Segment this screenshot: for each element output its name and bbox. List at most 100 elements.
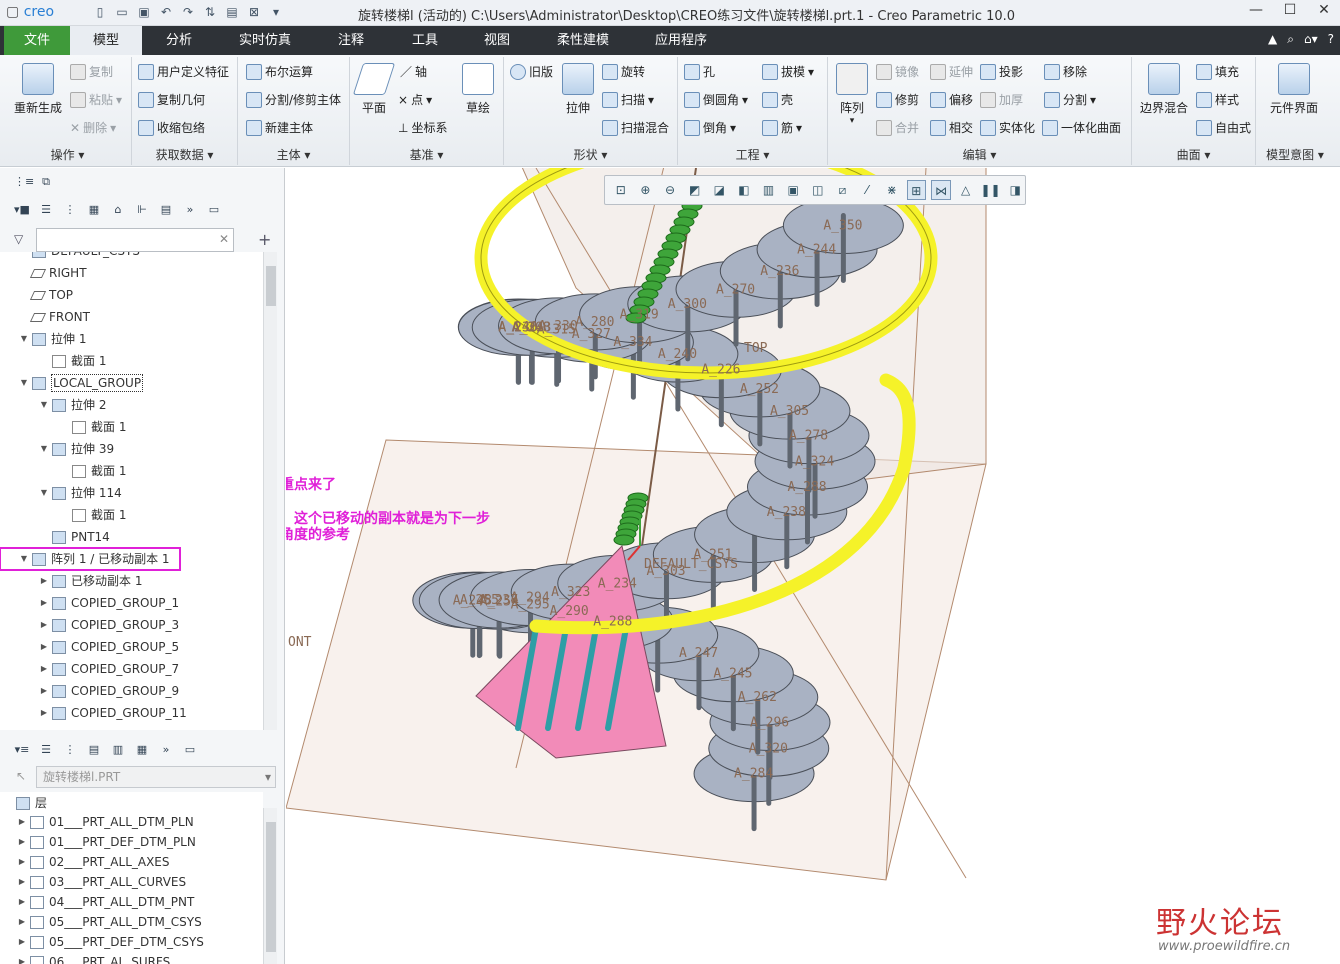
datum-group-label[interactable]: 基准 ▾ (350, 146, 503, 163)
tree-item[interactable]: 截面 1 (0, 504, 126, 526)
minimize-icon[interactable]: — (1244, 2, 1268, 18)
draft-button[interactable]: 拔模 ▾ (762, 63, 814, 80)
layer-item[interactable]: ▶ 02___PRT_ALL_AXES (0, 852, 170, 872)
tree-item[interactable]: ▼ 拉伸 39 (0, 438, 114, 460)
layer-isolate-icon[interactable]: ▦ (134, 742, 150, 758)
layer-menu-icon[interactable]: ▾≡ (14, 742, 30, 758)
layer-hide-icon[interactable]: ▥ (110, 742, 126, 758)
tree-settings-icon[interactable]: ▦ (86, 202, 102, 218)
section-icon[interactable]: ◪ (710, 180, 730, 200)
tree-filter-icon[interactable]: ⋮ (62, 202, 78, 218)
shape-group-label[interactable]: 形状 ▾ (504, 146, 677, 163)
getdata-group-label[interactable]: 获取数据 ▾ (132, 146, 237, 163)
collapse-icon[interactable]: ▼ (18, 548, 30, 570)
swept-blend-button[interactable]: 扫描混合 (602, 119, 669, 136)
save-icon[interactable]: ▣ (136, 4, 152, 20)
open-file-icon[interactable]: ▭ (114, 4, 130, 20)
fill-button[interactable]: 填充 (1196, 63, 1239, 80)
more-dropdown-icon[interactable]: ▾ (268, 4, 284, 20)
regenerate-icon[interactable]: ⇅ (202, 4, 218, 20)
new-file-icon[interactable]: ▯ (92, 4, 108, 20)
intersect-button[interactable]: 相交 (930, 119, 973, 136)
merge-button[interactable]: 合并 (876, 119, 919, 136)
extrude-button[interactable]: 拉伸 (558, 63, 598, 116)
layer-filter-icon[interactable]: ⋮ (62, 742, 78, 758)
saved-views-icon[interactable]: ▥ (759, 180, 779, 200)
graphics-window[interactable]: A_350 A_330 A_334 A_288 A_294 A_290 A_320 A_319… (286, 168, 1340, 964)
expand-icon[interactable]: ▶ (38, 702, 50, 724)
learning-icon[interactable]: ⌂▾ (1304, 32, 1318, 47)
tree-item[interactable]: ▶ COPIED_GROUP_9 (0, 680, 179, 702)
shell-button[interactable]: 壳 (762, 91, 793, 108)
component-interface-button[interactable]: 元件界面 (1262, 63, 1326, 116)
delete-button[interactable]: ✕ 删除 ▾ (70, 119, 116, 136)
copy-button[interactable]: 复制 (70, 63, 113, 80)
sketch-button[interactable]: 草绘 (458, 63, 498, 116)
style-button[interactable]: 样式 (1196, 91, 1239, 108)
csys-display-icon[interactable]: ⊞ (906, 180, 927, 200)
edit-group-label[interactable]: 编辑 ▾ (828, 146, 1131, 163)
body-group-label[interactable]: 主体 ▾ (238, 146, 349, 163)
perspective-icon[interactable]: ◫ (808, 180, 828, 200)
collapse-icon[interactable]: ▼ (38, 438, 50, 460)
tree-item[interactable]: DEFAULT_CSYS (0, 252, 140, 262)
collapse-ribbon-icon[interactable]: ▲ (1268, 32, 1277, 47)
boolean-button[interactable]: 布尔运算 (246, 63, 313, 80)
more-icon[interactable]: » (182, 202, 198, 218)
expand-icon[interactable]: ▶ (38, 570, 50, 592)
window-icon[interactable]: ▤ (224, 4, 240, 20)
clear-search-icon[interactable]: ✕ (219, 232, 229, 246)
ops-group-label[interactable]: 操作 ▾ (4, 146, 131, 163)
collapse-icon[interactable]: ▼ (18, 328, 30, 350)
expand-icon[interactable]: ▶ (16, 911, 28, 933)
expand-icon[interactable]: ▶ (16, 931, 28, 953)
collapse-icon[interactable]: ▼ (18, 372, 30, 394)
solidify-button[interactable]: 实体化 (980, 119, 1035, 136)
collapse-icon[interactable]: ▼ (38, 482, 50, 504)
tab-analysis[interactable]: 分析 (146, 26, 212, 55)
close-window-icon[interactable]: ⊠ (246, 4, 262, 20)
model-tree-menu-icon[interactable]: ▾■ (14, 202, 30, 218)
engineering-group-label[interactable]: 工程 ▾ (678, 146, 827, 163)
layer-item[interactable]: ▶ 01___PRT_DEF_DTM_PLN (0, 832, 196, 852)
layer-props-icon[interactable]: ▭ (182, 742, 198, 758)
surface-group-label[interactable]: 曲面 ▾ (1132, 146, 1255, 163)
tree-item[interactable]: 截面 1 (0, 350, 106, 372)
hole-button[interactable]: 孔 (684, 63, 715, 80)
tree-item[interactable]: 截面 1 (0, 460, 126, 482)
tree-item[interactable]: FRONT (0, 306, 90, 328)
tab-file[interactable]: 文件 (4, 26, 70, 55)
tree-item[interactable]: PNT14 (0, 526, 110, 548)
add-column-icon[interactable]: + (258, 230, 271, 249)
bookmark-icon[interactable]: ⌂ (110, 202, 126, 218)
tree-item[interactable]: ▶ COPIED_GROUP_5 (0, 636, 179, 658)
revolve-button[interactable]: 旋转 (602, 63, 645, 80)
shrinkwrap-button[interactable]: 收缩包络 (138, 119, 205, 136)
tree-item[interactable]: ▼ 拉伸 2 (0, 394, 107, 416)
repaint-icon[interactable]: ◩ (685, 180, 705, 200)
layer-item[interactable]: ▶ 06___PRT_AL_SURFS (0, 952, 170, 964)
rib-button[interactable]: 筋 ▾ (762, 119, 802, 136)
layer-tree-scrollbar[interactable] (263, 808, 277, 964)
axis-button[interactable]: ／轴 (400, 63, 427, 80)
show-icon[interactable]: ⊩ (134, 202, 150, 218)
thicken-button[interactable]: 加厚 (980, 91, 1023, 108)
tree-item[interactable]: 截面 1 (0, 416, 126, 438)
expand-icon[interactable]: ▶ (38, 680, 50, 702)
tree-item[interactable]: ▶ COPIED_GROUP_1 (0, 592, 179, 614)
paste-button[interactable]: 粘贴 ▾ (70, 91, 122, 108)
layers-icon[interactable]: ▤ (158, 202, 174, 218)
expand-icon[interactable]: ▶ (16, 951, 28, 964)
tab-tools[interactable]: 工具 (394, 26, 456, 55)
expand-icon[interactable]: ▶ (16, 891, 28, 913)
tree-item[interactable]: ▼ 拉伸 1 (0, 328, 87, 350)
display-style-icon[interactable]: ◧ (734, 180, 754, 200)
extend-button[interactable]: 延伸 (930, 63, 973, 80)
tree-item[interactable]: ▼ 拉伸 114 (0, 482, 122, 504)
tab-annotate[interactable]: 注释 (320, 26, 382, 55)
active-model-combo[interactable]: 旋转楼梯l.PRT ▾ (36, 766, 276, 788)
refit-icon[interactable]: ⊡ (611, 180, 631, 200)
round-button[interactable]: 倒圆角 ▾ (684, 91, 748, 108)
split-button[interactable]: 分割 ▾ (1044, 91, 1096, 108)
expand-icon[interactable]: ▶ (16, 831, 28, 853)
